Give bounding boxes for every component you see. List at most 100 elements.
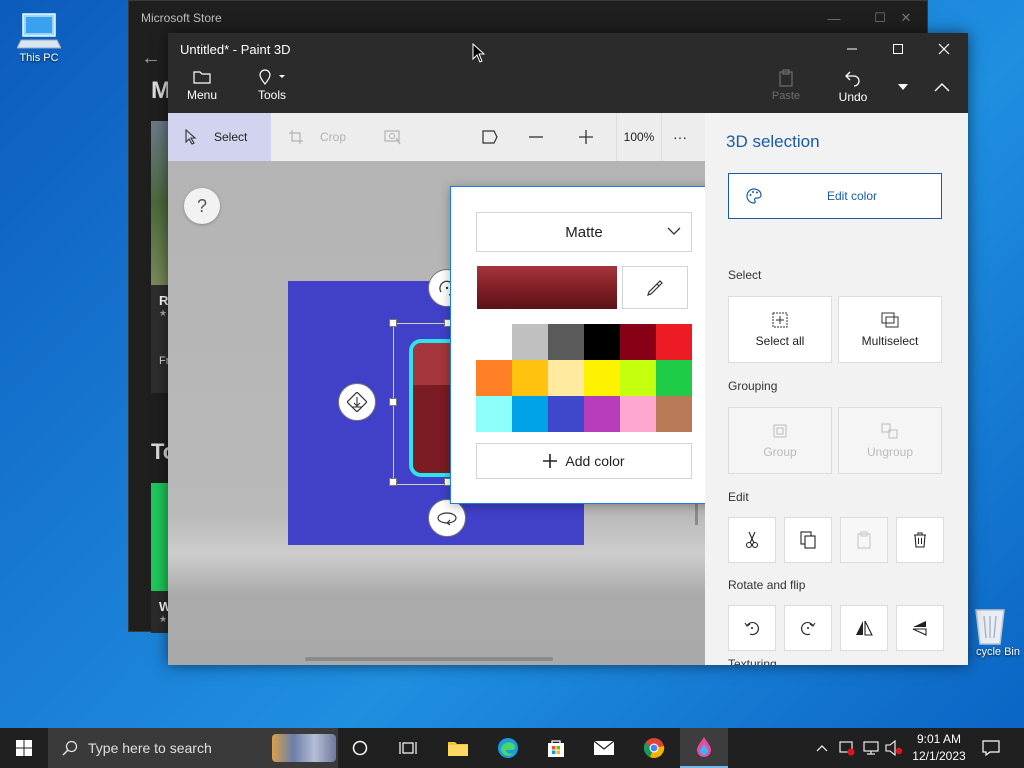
edge-button[interactable] bbox=[484, 728, 532, 768]
rotate-y-handle[interactable] bbox=[428, 499, 466, 537]
file-explorer-button[interactable] bbox=[434, 728, 482, 768]
color-swatch[interactable] bbox=[548, 396, 584, 432]
cortana-circle-icon bbox=[352, 740, 368, 756]
close-icon bbox=[938, 43, 950, 55]
ungroup-button[interactable]: Ungroup bbox=[838, 407, 942, 474]
zoom-level[interactable]: 100% bbox=[616, 113, 662, 161]
color-swatch[interactable] bbox=[584, 360, 620, 396]
grouping-section-heading: Grouping bbox=[728, 379, 778, 393]
paste-button[interactable]: Paste bbox=[768, 69, 804, 102]
start-button[interactable] bbox=[0, 728, 48, 768]
show-hidden-icons-button[interactable] bbox=[812, 728, 832, 768]
selection-handle[interactable] bbox=[389, 319, 397, 327]
color-swatch[interactable] bbox=[584, 324, 620, 360]
menu-button[interactable]: Menu bbox=[186, 69, 218, 102]
current-color-swatch[interactable] bbox=[477, 266, 617, 309]
color-swatch[interactable] bbox=[620, 324, 656, 360]
edit-color-button[interactable]: Edit color bbox=[728, 173, 942, 219]
select-all-button[interactable]: Select all bbox=[728, 296, 832, 363]
store-taskbar-button[interactable] bbox=[532, 728, 580, 768]
taskbar-clock[interactable]: 9:01 AM 12/1/2023 bbox=[904, 731, 974, 765]
select-tool-button[interactable]: Select bbox=[168, 113, 271, 161]
mouse-cursor-icon bbox=[472, 43, 486, 63]
add-color-button[interactable]: Add color bbox=[476, 443, 692, 479]
color-swatch[interactable] bbox=[548, 324, 584, 360]
selection-handle[interactable] bbox=[389, 398, 397, 406]
color-picker-popup: Matte Add color bbox=[450, 186, 716, 504]
delete-button[interactable] bbox=[896, 517, 944, 563]
vertical-scrollbar[interactable] bbox=[695, 501, 698, 525]
help-button[interactable]: ? bbox=[184, 188, 220, 224]
color-swatch[interactable] bbox=[512, 360, 548, 396]
search-icon bbox=[62, 740, 78, 756]
folder-icon bbox=[193, 71, 211, 84]
zoom-in-button[interactable] bbox=[578, 113, 598, 161]
color-swatch[interactable] bbox=[656, 396, 692, 432]
recycle-bin-icon bbox=[968, 604, 1012, 645]
store-app-card-2[interactable]: W ★ bbox=[151, 483, 171, 633]
rotate-left-button[interactable] bbox=[728, 605, 776, 651]
color-swatch[interactable] bbox=[476, 396, 512, 432]
ungroup-label: Ungroup bbox=[866, 444, 914, 459]
collapse-ribbon-button[interactable] bbox=[926, 73, 958, 101]
horizontal-scrollbar[interactable] bbox=[305, 657, 553, 661]
selection-handle[interactable] bbox=[389, 478, 397, 486]
3d-selection-panel: 3D selection Edit color Select Select al… bbox=[705, 113, 968, 665]
magic-select-button[interactable] bbox=[384, 113, 404, 161]
color-swatch[interactable] bbox=[584, 396, 620, 432]
network-tray-icon[interactable] bbox=[860, 728, 882, 768]
zoom-out-button[interactable] bbox=[528, 113, 548, 161]
paste-panel-button[interactable] bbox=[840, 517, 888, 563]
color-swatch[interactable] bbox=[512, 396, 548, 432]
flip-vertical-button[interactable] bbox=[896, 605, 944, 651]
rotate-right-button[interactable] bbox=[784, 605, 832, 651]
group-icon bbox=[773, 424, 787, 437]
crop-tool-button[interactable]: Crop bbox=[284, 113, 354, 161]
volume-tray-icon[interactable] bbox=[884, 728, 904, 768]
mail-button[interactable] bbox=[580, 728, 628, 768]
tools-button[interactable]: Tools bbox=[254, 69, 290, 102]
color-swatch[interactable] bbox=[476, 360, 512, 396]
task-view-button[interactable] bbox=[384, 728, 432, 768]
store-minimize-button[interactable]: — bbox=[811, 1, 857, 35]
eyedropper-button[interactable] bbox=[622, 266, 688, 309]
color-swatch[interactable] bbox=[620, 360, 656, 396]
minimize-button[interactable] bbox=[829, 33, 875, 65]
store-app-card[interactable]: R ★ Fr bbox=[151, 121, 169, 393]
store-close-button[interactable]: ✕ bbox=[883, 1, 929, 35]
security-tray-icon[interactable] bbox=[836, 728, 858, 768]
maximize-button[interactable] bbox=[875, 33, 921, 65]
clock-date: 12/1/2023 bbox=[912, 749, 966, 763]
cut-button[interactable] bbox=[728, 517, 776, 563]
close-button[interactable] bbox=[921, 33, 967, 65]
rotate-z-handle[interactable] bbox=[338, 383, 376, 421]
select-all-label: Select all bbox=[755, 333, 805, 348]
multiselect-button[interactable]: Multiselect bbox=[838, 296, 942, 363]
color-swatch[interactable] bbox=[548, 360, 584, 396]
view-toggle-button[interactable] bbox=[481, 113, 501, 161]
copy-button[interactable] bbox=[784, 517, 832, 563]
history-dropdown-button[interactable] bbox=[891, 73, 915, 101]
crop-icon bbox=[289, 130, 303, 144]
more-options-button[interactable]: ··· bbox=[666, 113, 694, 161]
color-swatch[interactable] bbox=[620, 396, 656, 432]
color-swatch[interactable] bbox=[512, 324, 548, 360]
chrome-button[interactable] bbox=[630, 728, 678, 768]
search-placeholder: Type here to search bbox=[88, 740, 212, 756]
cortana-button[interactable] bbox=[336, 728, 384, 768]
color-swatch[interactable] bbox=[656, 360, 692, 396]
this-pc-desktop-icon[interactable]: This PC bbox=[1, 10, 77, 64]
paint-3d-window[interactable]: Untitled* - Paint 3D Menu Tools Paste Un… bbox=[168, 33, 968, 665]
undo-button[interactable]: Undo bbox=[835, 69, 871, 104]
color-swatch[interactable] bbox=[476, 324, 512, 360]
taskbar-search-box[interactable]: Type here to search bbox=[48, 728, 338, 768]
action-center-button[interactable] bbox=[978, 728, 1004, 768]
copy-icon bbox=[800, 531, 816, 549]
paint-3d-taskbar-button[interactable] bbox=[680, 728, 728, 768]
flip-horizontal-button[interactable] bbox=[840, 605, 888, 651]
rotate-left-icon bbox=[744, 622, 759, 636]
finish-dropdown[interactable]: Matte bbox=[476, 212, 692, 252]
group-button[interactable]: Group bbox=[728, 407, 832, 474]
store-back-icon[interactable]: ← bbox=[141, 47, 161, 70]
color-swatch[interactable] bbox=[656, 324, 692, 360]
